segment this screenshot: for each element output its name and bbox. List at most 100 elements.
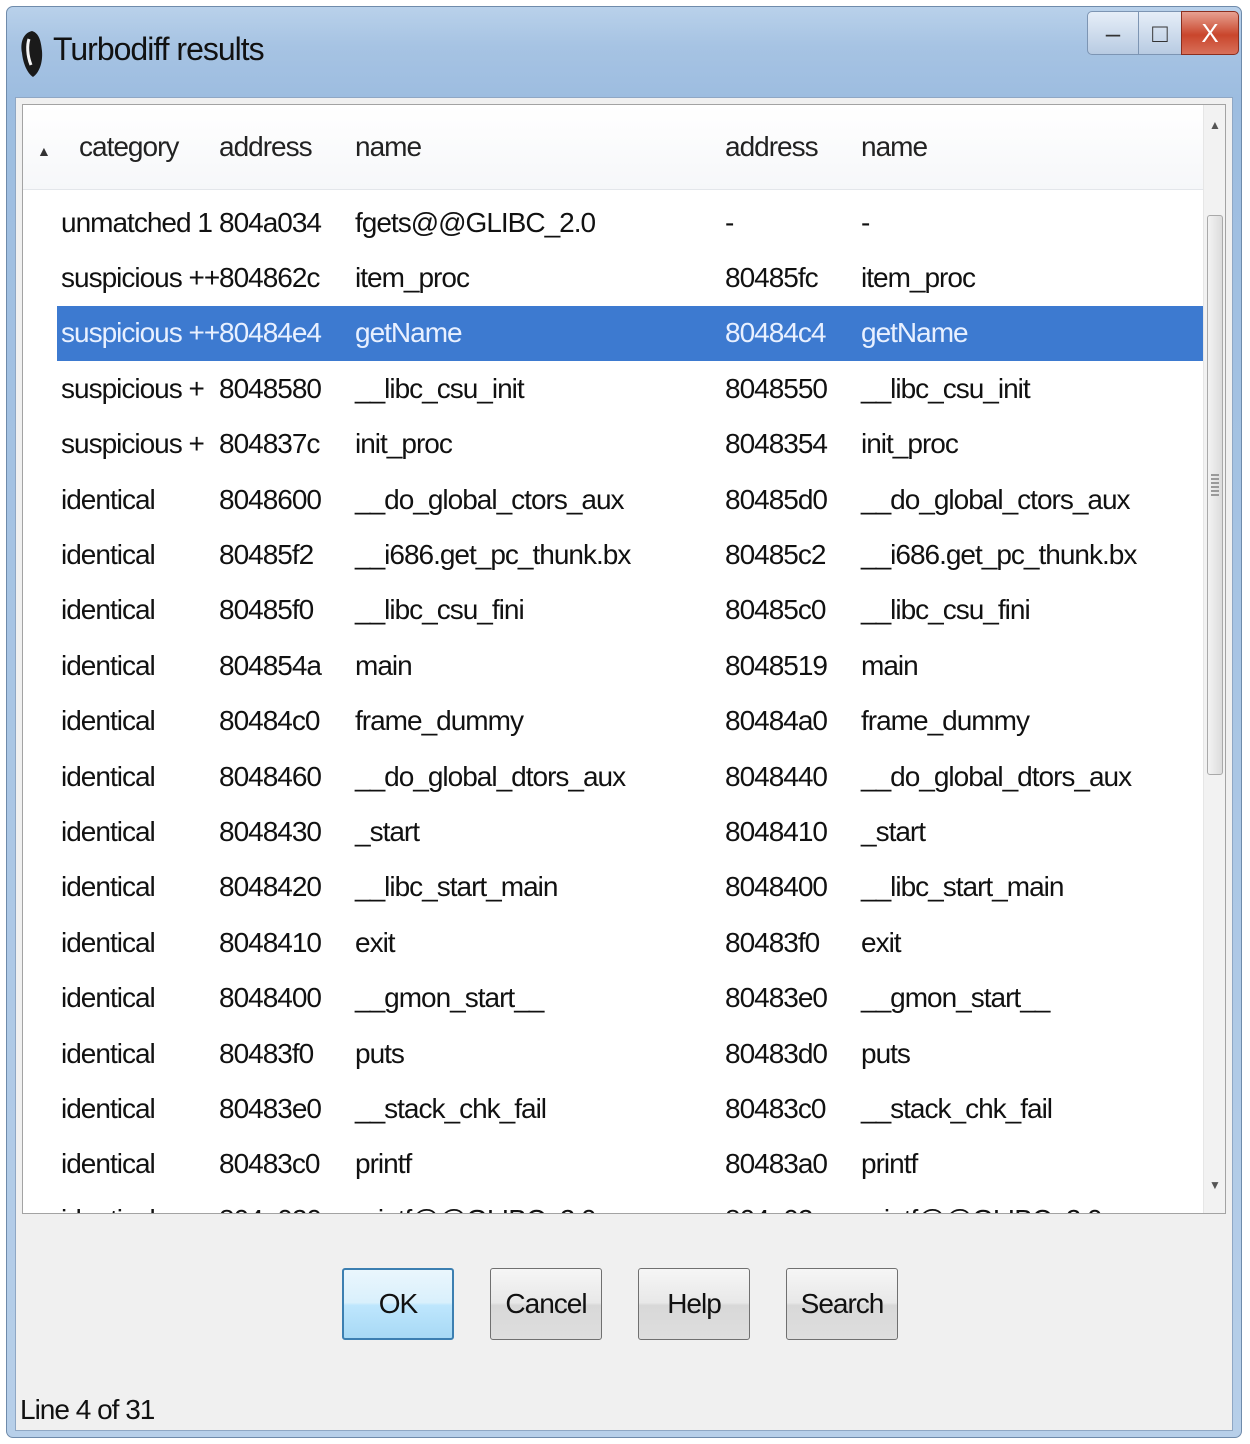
scroll-thumb[interactable] (1207, 215, 1223, 775)
cell-name-2: __gmon_start__ (861, 982, 1050, 1014)
cell-address-2: 80485fc (725, 261, 819, 293)
cell-address: 80483f0 (219, 1037, 314, 1069)
table-row[interactable]: identical 8048420 __libc_start_main 8048400… (57, 860, 1217, 915)
table-row[interactable]: identical 8048430 _start 8048410 _start (57, 804, 1217, 859)
cell-address-2: 8048519 (725, 649, 828, 681)
cell-name-2: puts (861, 1037, 911, 1069)
cell-address-2: 80484a0 (725, 705, 828, 737)
table-row[interactable]: identical 80483f0 puts 80483d0 puts (57, 1026, 1217, 1081)
table-row[interactable]: suspicious + 804837c init_proc 8048354 init_… (57, 417, 1217, 472)
maximize-button[interactable]: □ (1138, 11, 1182, 55)
cell-name-2: getName (861, 317, 969, 349)
cell-address: 804862c (219, 261, 320, 293)
cell-category: identical (61, 815, 156, 847)
cell-address-2: 80483d0 (725, 1037, 828, 1069)
cancel-button[interactable]: Cancel (490, 1268, 602, 1340)
cell-address: 8048580 (219, 372, 322, 404)
cell-name: __gmon_start__ (355, 982, 544, 1014)
cell-name: __i686.get_pc_thunk.bx (355, 538, 631, 570)
table-row[interactable]: identical 804a020 printf@@GLIBC_2.0 804a02c… (57, 1192, 1217, 1213)
cell-name-2: __do_global_dtors_aux (861, 760, 1132, 792)
cell-name: puts (355, 1037, 405, 1069)
cell-category: identical (61, 538, 156, 570)
column-header-name-2[interactable]: name (861, 105, 928, 189)
cell-name: __libc_csu_fini (355, 594, 525, 626)
title-bar[interactable]: Turbodiff results – □ X (7, 7, 1241, 97)
table-row[interactable]: identical 804854a main 8048519 main (57, 638, 1217, 693)
help-button[interactable]: Help (638, 1268, 750, 1340)
cell-category: identical (61, 982, 156, 1014)
cell-address-2: 80483f0 (725, 926, 820, 958)
cell-category: identical (61, 926, 156, 958)
table-row[interactable]: identical 80483c0 printf 80483a0 printf (57, 1137, 1217, 1192)
cell-category: identical (61, 760, 156, 792)
minimize-button[interactable]: – (1087, 11, 1139, 55)
cell-name-2: __libc_csu_init (861, 372, 1031, 404)
cell-address: 80483c0 (219, 1148, 320, 1180)
cell-name-2: __do_global_ctors_aux (861, 483, 1131, 515)
ok-button[interactable]: OK (342, 1268, 454, 1340)
cell-address: 8048430 (219, 815, 322, 847)
sort-ascending-icon: ▲ (37, 143, 51, 159)
maximize-icon: □ (1152, 17, 1168, 48)
table-row[interactable]: identical 80484c0 frame_dummy 80484a0 frame_… (57, 694, 1217, 749)
column-header-category[interactable]: category (79, 105, 179, 189)
cell-name: item_proc (355, 261, 470, 293)
scroll-down-icon[interactable]: ▼ (1204, 1165, 1225, 1205)
cell-address-2: 8048400 (725, 871, 828, 903)
cell-name-2: __libc_csu_fini (861, 594, 1031, 626)
table-row[interactable]: identical 80485f2 __i686.get_pc_thunk.bx 80… (57, 527, 1217, 582)
cell-address: 8048400 (219, 982, 322, 1014)
cell-name: __stack_chk_fail (355, 1092, 547, 1124)
results-list[interactable]: ▲ category address name address name unm… (22, 104, 1226, 1214)
table-row[interactable]: identical 8048400 __gmon_start__ 80483e0 __g… (57, 971, 1217, 1026)
cell-address-2: 80483c0 (725, 1092, 826, 1124)
column-header-address-2[interactable]: address (725, 105, 819, 189)
cell-category: identical (61, 649, 156, 681)
table-row[interactable]: identical 8048460 __do_global_dtors_aux 804… (57, 749, 1217, 804)
cell-address: 8048460 (219, 760, 322, 792)
table-row[interactable]: suspicious ++ 80484e4 getName 80484c4 getNam… (57, 305, 1217, 361)
cell-address-2: 80485c2 (725, 538, 826, 570)
cell-name: main (355, 649, 413, 681)
table-row[interactable]: identical 8048410 exit 80483f0 exit (57, 915, 1217, 970)
table-row[interactable]: suspicious ++ 804862c item_proc 80485fc item… (57, 250, 1217, 305)
vertical-scrollbar[interactable]: ▲ ▼ (1203, 105, 1225, 1213)
cell-address-2: 8048440 (725, 760, 828, 792)
cell-category: identical (61, 594, 156, 626)
cell-name-2: exit (861, 926, 902, 958)
cell-name-2: printf (861, 1148, 918, 1180)
cell-category: suspicious + (61, 428, 205, 460)
column-header-name[interactable]: name (355, 105, 422, 189)
scroll-up-icon[interactable]: ▲ (1204, 105, 1225, 145)
column-header-address[interactable]: address (219, 105, 313, 189)
table-row[interactable]: identical 8048600 __do_global_ctors_aux 804… (57, 472, 1217, 527)
table-row[interactable]: identical 80483e0 __stack_chk_fail 80483c0 _… (57, 1081, 1217, 1136)
cell-address-2: 8048354 (725, 428, 828, 460)
cell-address: 80485f2 (219, 538, 314, 570)
cell-category: suspicious + (61, 372, 205, 404)
cell-address-2: 8048550 (725, 372, 828, 404)
cell-address-2: - (725, 206, 734, 238)
cell-name-2: __i686.get_pc_thunk.bx (861, 538, 1137, 570)
cell-address: 804a020 (219, 1192, 322, 1213)
minimize-icon: – (1105, 17, 1121, 48)
cell-name: fgets@@GLIBC_2.0 (355, 206, 596, 238)
table-row[interactable]: unmatched 1 804a034 fgets@@GLIBC_2.0 - - (57, 195, 1217, 250)
cell-name-2: printf@@GLIBC_2.0 (861, 1192, 1103, 1213)
cell-address: 80485f0 (219, 594, 314, 626)
cell-address: 8048600 (219, 483, 322, 515)
turbodiff-results-window: Turbodiff results – □ X ▲ category addre… (6, 6, 1242, 1438)
window-title: Turbodiff results (53, 31, 265, 67)
cell-category: identical (61, 1037, 156, 1069)
close-button[interactable]: X (1181, 11, 1239, 55)
cell-category: identical (61, 483, 156, 515)
search-button[interactable]: Search (786, 1268, 898, 1340)
cell-name: __libc_csu_init (355, 372, 525, 404)
cell-name: __do_global_dtors_aux (355, 760, 626, 792)
cell-category: unmatched 1 (61, 206, 213, 238)
cell-address: 80484e4 (219, 317, 322, 349)
table-row[interactable]: suspicious + 8048580 __libc_csu_init 804855… (57, 361, 1217, 416)
cell-name-2: init_proc (861, 428, 959, 460)
table-row[interactable]: identical 80485f0 __libc_csu_fini 80485c0 __… (57, 583, 1217, 638)
